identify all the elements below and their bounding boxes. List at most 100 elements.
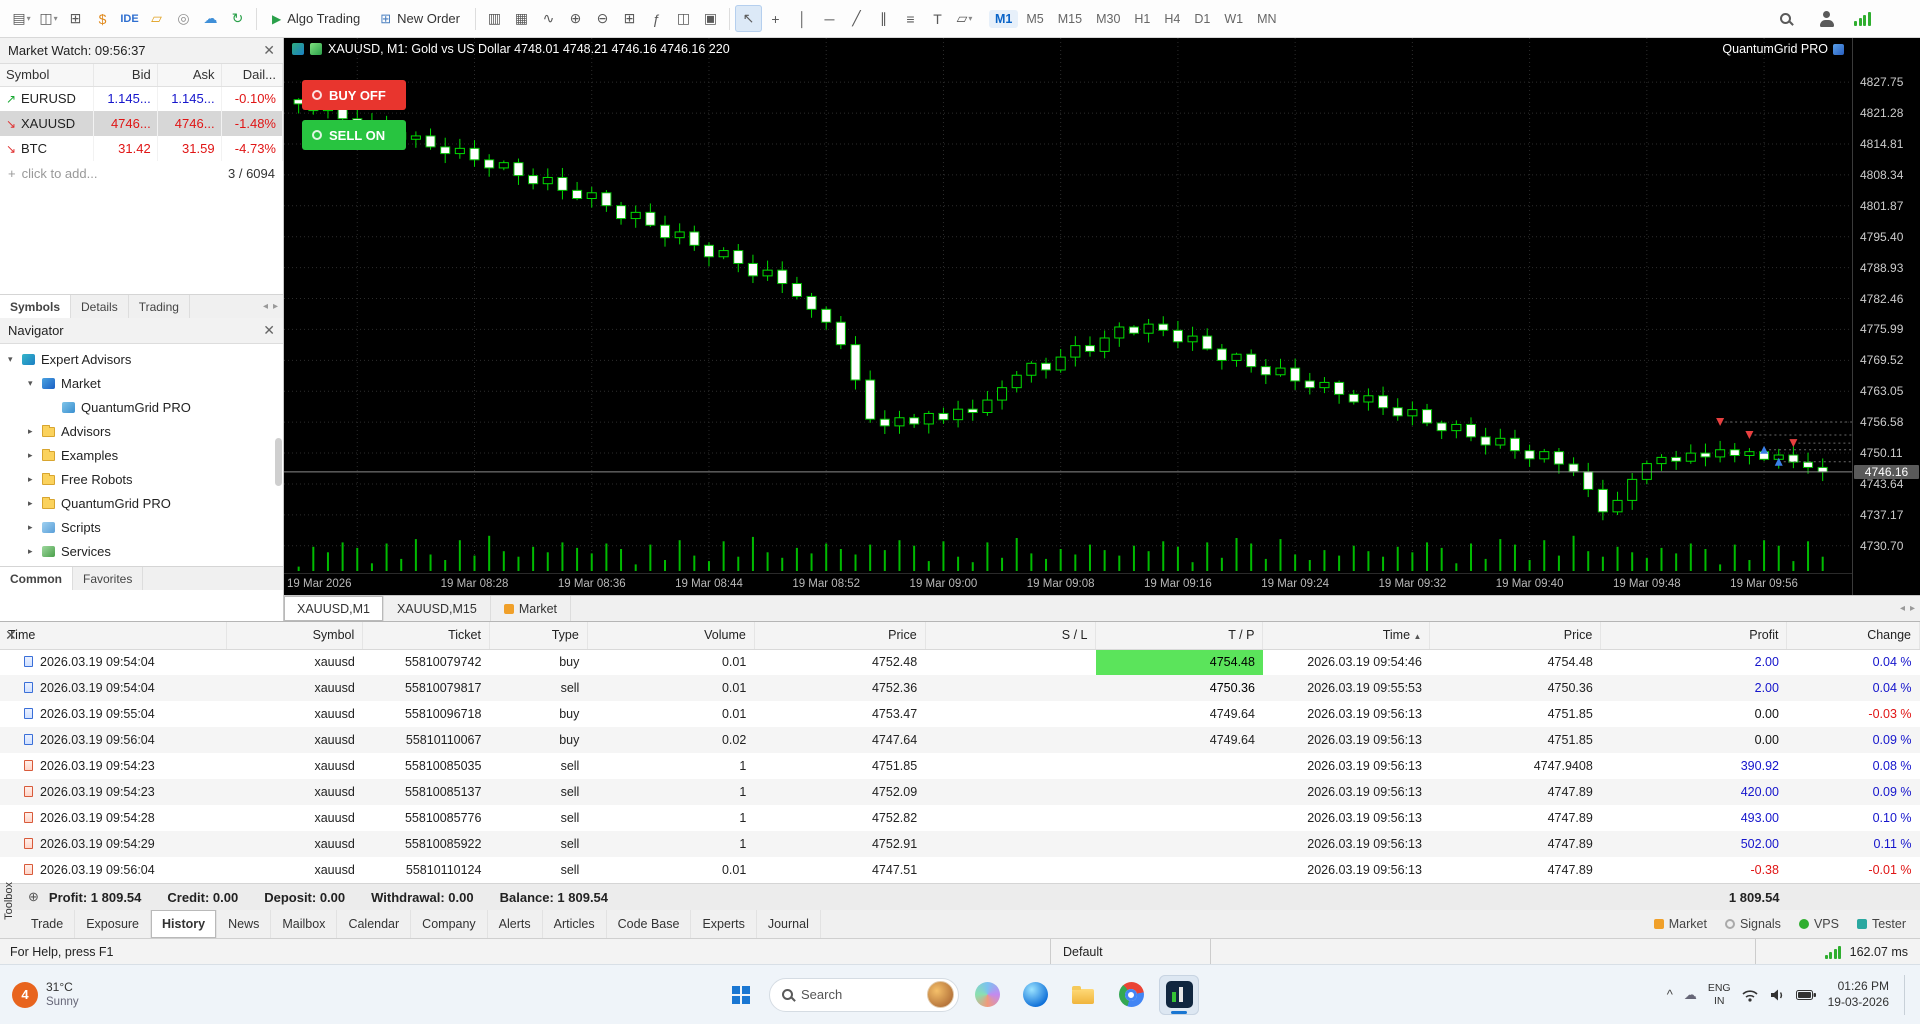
tab-favorites[interactable]: Favorites [73, 567, 144, 590]
history-column-5[interactable]: Price [754, 622, 926, 650]
mw-column-3[interactable]: Dail... [221, 64, 284, 87]
tab-details[interactable]: Details [71, 295, 129, 318]
onedrive-cloud-icon[interactable]: ☁ [1684, 987, 1697, 1003]
buy-toggle-button[interactable]: BUY OFF [302, 80, 406, 110]
volume-icon[interactable] [1769, 988, 1785, 1002]
expand-arrow-icon[interactable]: ▾ [8, 354, 22, 365]
history-column-10[interactable]: Profit [1600, 622, 1788, 650]
navigator-item[interactable]: QuantumGrid PRO [0, 395, 283, 419]
history-column-3[interactable]: Type [489, 622, 588, 650]
toolbox-tab-history[interactable]: History [151, 910, 218, 938]
close-icon[interactable]: ✕ [5, 627, 17, 644]
history-row[interactable]: 2026.03.19 09:54:23 xauusd 55810085035 sell… [0, 753, 1920, 779]
tab-common[interactable]: Common [0, 567, 73, 590]
record-icon[interactable]: ◎ [170, 5, 197, 32]
history-column-11[interactable]: Change [1786, 622, 1920, 650]
toolbox-link-market[interactable]: Market [1653, 917, 1707, 931]
start-button[interactable] [721, 975, 761, 1015]
timeframe-m15[interactable]: M15 [1052, 10, 1088, 28]
new-chart-icon[interactable]: ⊞ [62, 5, 89, 32]
community-icon[interactable]: ↻ [224, 5, 251, 32]
timeframe-w1[interactable]: W1 [1218, 10, 1249, 28]
history-column-9[interactable]: Price [1429, 622, 1602, 650]
toolbox-tab-experts[interactable]: Experts [691, 910, 757, 938]
history-row[interactable]: 2026.03.19 09:55:04 xauusd 55810096718 buy 0… [0, 701, 1920, 727]
expand-arrow-icon[interactable]: ▸ [28, 546, 42, 557]
horizontal-line-tool-icon[interactable]: ─ [816, 5, 843, 32]
navigator-item[interactable]: ▾ Market [0, 371, 283, 395]
cursor-icon[interactable]: ↖ [735, 5, 762, 32]
timeframe-d1[interactable]: D1 [1188, 10, 1216, 28]
history-column-4[interactable]: Volume [587, 622, 755, 650]
tray-expand-icon[interactable]: ^ [1667, 987, 1673, 1002]
toolbox-tab-exposure[interactable]: Exposure [75, 910, 152, 938]
navigator-item[interactable]: ▾ Expert Advisors [0, 347, 283, 371]
profiles-icon[interactable]: ◫ ▾ [35, 5, 62, 32]
add-symbol-row[interactable]: + click to add... 3 / 6094 [0, 161, 283, 185]
history-column-1[interactable]: Symbol [226, 622, 364, 650]
price-chart[interactable]: XAUUSD, M1: Gold vs US Dollar 4748.01 47… [284, 38, 1852, 573]
chart-tab-market[interactable]: Market [491, 596, 572, 621]
toolbox-tab-code-base[interactable]: Code Base [607, 910, 692, 938]
indicators-icon[interactable]: ƒ [643, 5, 670, 32]
toolbox-link-tester[interactable]: Tester [1856, 917, 1906, 931]
navigator-item[interactable]: ▸ Services [0, 539, 283, 563]
navigator-item[interactable]: ▸ Scripts [0, 515, 283, 539]
tab-symbols[interactable]: Symbols [0, 295, 72, 318]
expand-arrow-icon[interactable]: ▸ [28, 522, 42, 533]
algo-trading-button[interactable]: ▶ Algo Trading [262, 5, 370, 33]
clock-widget[interactable]: 01:26 PM 19-03-2026 [1828, 979, 1889, 1010]
navigator-scrollbar[interactable] [275, 438, 282, 486]
toolbox-tab-trade[interactable]: Trade [20, 910, 76, 938]
mw-column-0[interactable]: Symbol [0, 64, 94, 87]
expand-arrow-icon[interactable]: ▸ [28, 474, 42, 485]
navigator-item[interactable]: ▸ QuantumGrid PRO [0, 491, 283, 515]
chart-tab-xauusd-m15[interactable]: XAUUSD,M15 [384, 596, 491, 621]
search-icon[interactable] [1772, 5, 1799, 32]
data-folder-icon[interactable]: ▱ [143, 5, 170, 32]
zoom-out-icon[interactable]: ⊖ [589, 5, 616, 32]
toolbox-tab-alerts[interactable]: Alerts [488, 910, 543, 938]
user-account-icon[interactable] [1813, 5, 1840, 32]
profile-selector[interactable]: Default [1050, 939, 1210, 964]
market-watch-row[interactable]: ↘ XAUUSD 4746... 4746... -1.48% [0, 111, 284, 136]
navigator-item[interactable]: ▸ Advisors [0, 419, 283, 443]
scroll-right-icon[interactable]: ▸ [273, 301, 278, 312]
expand-arrow-icon[interactable]: ▸ [28, 498, 42, 509]
expand-arrow-icon[interactable]: ▾ [28, 378, 42, 389]
fibonacci-tool-icon[interactable]: ≡ [897, 5, 924, 32]
taskbar-search[interactable]: Search [769, 977, 959, 1012]
toolbox-tab-journal[interactable]: Journal [757, 910, 821, 938]
timeframe-m5[interactable]: M5 [1020, 10, 1049, 28]
price-scale[interactable]: 4827.75 4821.28 4814.81 4808.34 4801.87 4795.… [1852, 38, 1920, 595]
history-column-2[interactable]: Ticket [362, 622, 490, 650]
sell-toggle-button[interactable]: SELL ON [302, 120, 406, 150]
navigator-item[interactable]: ▸ Examples [0, 443, 283, 467]
candlestick-chart[interactable] [284, 38, 1852, 573]
history-row[interactable]: 2026.03.19 09:54:29 xauusd 55810085922 sell… [0, 831, 1920, 857]
mw-column-1[interactable]: Bid [93, 64, 158, 87]
mw-column-2[interactable]: Ask [157, 64, 222, 87]
taskbar-app-chrome[interactable] [1111, 975, 1151, 1015]
chart-tab-scroll-arrows[interactable]: ◂ ▸ [1900, 596, 1920, 621]
toolbox-tab-news[interactable]: News [217, 910, 272, 938]
deposit-icon[interactable]: $ [89, 5, 116, 32]
language-indicator[interactable]: ENG IN [1708, 982, 1731, 1007]
toolbox-tab-company[interactable]: Company [411, 910, 488, 938]
close-icon[interactable]: ✕ [263, 322, 275, 339]
toolbox-tab-mailbox[interactable]: Mailbox [271, 910, 338, 938]
weather-widget[interactable]: 4 31°C Sunny [12, 980, 79, 1009]
tile-windows-icon[interactable]: ◫ [670, 5, 697, 32]
market-watch-row[interactable]: ↗ EURUSD 1.145... 1.145... -0.10% [0, 86, 284, 111]
trendline-tool-icon[interactable]: ╱ [843, 5, 870, 32]
taskbar-app-mt5[interactable] [1159, 974, 1199, 1015]
cloud-icon[interactable]: ☁ [197, 5, 224, 32]
chart-tab-xauusd-m1[interactable]: XAUUSD,M1 [284, 596, 384, 621]
toolbox-tab-articles[interactable]: Articles [543, 910, 607, 938]
taskbar-app-edge[interactable] [1015, 975, 1055, 1015]
text-tool-icon[interactable]: T [924, 5, 951, 32]
new-order-button[interactable]: ⊞ New Order [370, 5, 470, 33]
expand-arrow-icon[interactable]: ▸ [28, 426, 42, 437]
taskbar-app-explorer[interactable] [1063, 975, 1103, 1015]
history-row[interactable]: 2026.03.19 09:56:04 xauusd 55810110067 buy 0… [0, 727, 1920, 753]
